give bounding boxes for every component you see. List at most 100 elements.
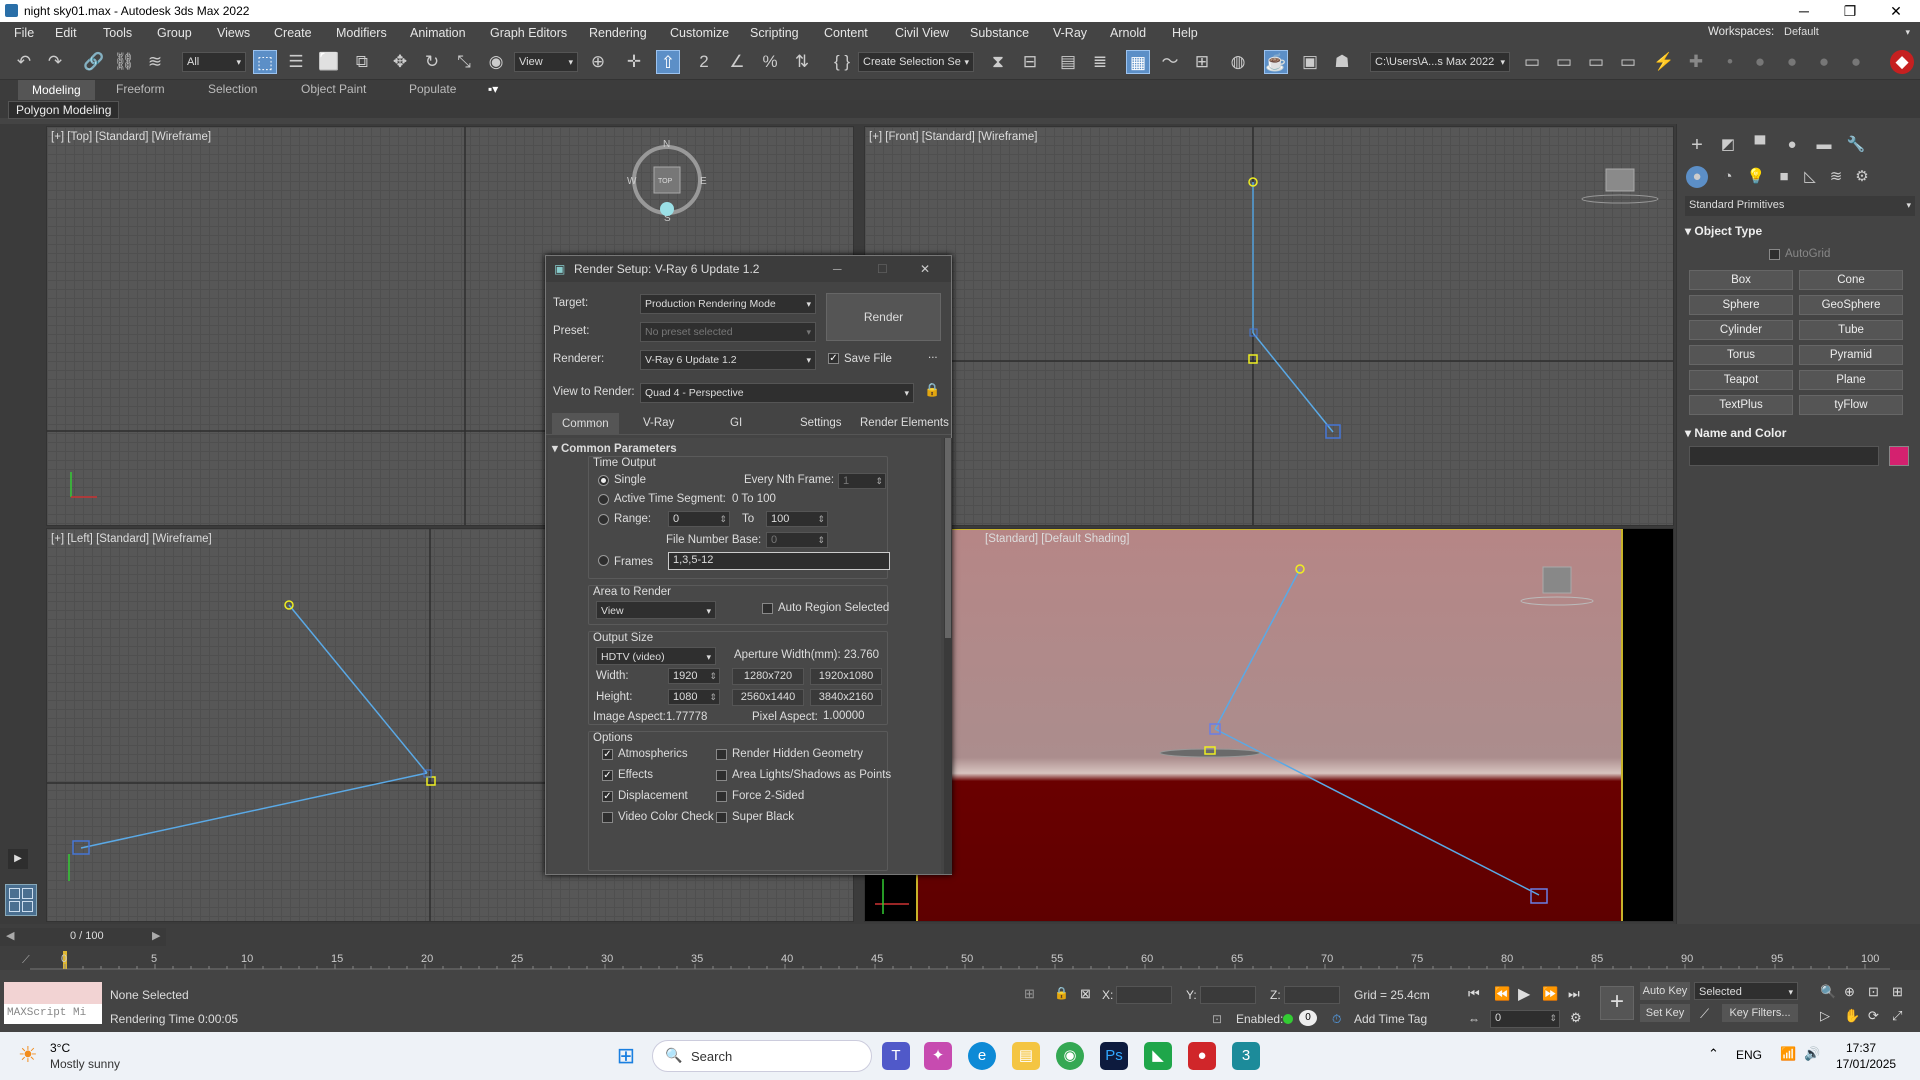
geosphere-button[interactable]: GeoSphere <box>1799 295 1903 315</box>
key-set-dropdown[interactable]: Selected <box>1694 982 1798 1000</box>
render-production-icon[interactable]: ☗ <box>1330 50 1354 74</box>
menu-group[interactable]: Group <box>157 26 192 40</box>
next-frame-icon[interactable]: ⏩ <box>1542 986 1558 1002</box>
tab-selection[interactable]: Selection <box>208 82 257 96</box>
maxscript-listener[interactable] <box>4 982 102 1004</box>
range-radio[interactable] <box>598 514 609 525</box>
menu-tools[interactable]: Tools <box>103 26 132 40</box>
curve-editor-mini-icon[interactable]: ⟋ <box>22 954 30 967</box>
video-color-check-checkbox[interactable] <box>602 812 613 823</box>
tab-freeform[interactable]: Freeform <box>116 82 165 96</box>
tyflow-button[interactable]: tyFlow <box>1799 395 1903 415</box>
pixel-aspect-value[interactable]: 1.00000 <box>823 710 865 722</box>
volume-icon[interactable]: 🔊 <box>1804 1046 1820 1062</box>
scene-explorer-icon[interactable]: ▤ <box>1056 50 1080 74</box>
viewport-layout-icon[interactable] <box>5 884 37 916</box>
time-slider-prev-icon[interactable]: ◀ <box>6 929 14 942</box>
chrome-icon[interactable]: ◉ <box>1056 1042 1084 1070</box>
field-of-view-icon[interactable]: ▷ <box>1820 1008 1830 1024</box>
absolute-mode-icon[interactable]: ⊠ <box>1080 986 1091 1002</box>
key-filters-button[interactable]: Key Filters... <box>1722 1004 1798 1022</box>
save-file-browse-button[interactable]: ... <box>928 349 938 361</box>
maxscript-input[interactable]: MAXScript Mi <box>4 1004 102 1024</box>
keyboard-shortcut-icon[interactable]: ⇧ <box>656 50 680 74</box>
menu-vray[interactable]: V-Ray <box>1053 26 1087 40</box>
menu-scripting[interactable]: Scripting <box>750 26 799 40</box>
curve-editor-icon[interactable]: 〜 <box>1158 50 1182 74</box>
bind-space-warp-icon[interactable]: ≋ <box>143 50 167 74</box>
systems-icon[interactable]: ⚙ <box>1851 166 1873 188</box>
schematic-view-icon[interactable]: ⊞ <box>1190 50 1214 74</box>
restore-icon[interactable]: ❐ <box>1827 1 1873 21</box>
render-hidden-checkbox[interactable] <box>716 749 727 760</box>
spinner-snap-icon[interactable]: ⇅ <box>790 50 814 74</box>
time-config-icon[interactable]: ⚙ <box>1570 1010 1582 1026</box>
vray-sphere3-icon[interactable]: ● <box>1812 50 1836 74</box>
ribbon-toggle-icon[interactable]: ▦ <box>1126 50 1150 74</box>
target-dropdown[interactable]: Production Rendering Mode <box>640 294 816 314</box>
select-by-name-icon[interactable]: ☰ <box>284 50 308 74</box>
preset-1920x1080-button[interactable]: 1920x1080 <box>810 668 882 685</box>
dialog-titlebar[interactable]: ▣ Render Setup: V-Ray 6 Update 1.2 ─ ☐ ✕ <box>546 256 951 282</box>
track-bar[interactable]: 0 5 10 15 20 25 30 35 40 45 50 55 60 65 70 75 80 85 90 95 10… <box>30 950 1890 970</box>
weather-icon[interactable]: ☀ <box>18 1042 38 1068</box>
align-icon[interactable]: ⊟ <box>1018 50 1042 74</box>
viewport-persp-label[interactable]: [Standard] [Default Shading] <box>985 533 1130 545</box>
edge-icon[interactable]: e <box>968 1042 996 1070</box>
project-folder-dropdown[interactable]: C:\Users\A...s Max 2022 <box>1370 52 1510 72</box>
pivot-icon[interactable]: ⊕ <box>586 50 610 74</box>
render-setup-icon[interactable]: ☕ <box>1264 50 1288 74</box>
dialog-maximize-icon[interactable]: ☐ <box>877 256 888 282</box>
link-icon[interactable]: 🔗 <box>82 50 106 74</box>
renderer-dropdown[interactable]: V-Ray 6 Update 1.2 <box>640 350 816 370</box>
render-button[interactable]: Render <box>826 293 941 341</box>
percent-snap-icon[interactable]: % <box>758 50 782 74</box>
reference-coord-dropdown[interactable]: View <box>514 52 578 72</box>
name-color-rollout[interactable]: ▾ Name and Color <box>1685 426 1913 440</box>
vray-ipr-icon[interactable]: ▭ <box>1584 50 1608 74</box>
active-segment-radio[interactable] <box>598 494 609 505</box>
pyramid-button[interactable]: Pyramid <box>1799 345 1903 365</box>
menu-arnold[interactable]: Arnold <box>1110 26 1146 40</box>
sphere-button[interactable]: Sphere <box>1689 295 1793 315</box>
object-name-input[interactable] <box>1689 446 1879 466</box>
layer-explorer-icon[interactable]: ≣ <box>1088 50 1112 74</box>
display-tab-icon[interactable]: ▬ <box>1813 134 1835 156</box>
vray-lights-icon[interactable]: ⚡ <box>1652 50 1676 74</box>
selection-filter-icon[interactable]: ⊡ <box>1212 1012 1222 1026</box>
force-2-sided-checkbox[interactable] <box>716 791 727 802</box>
select-manipulate-icon[interactable]: ✛ <box>622 50 646 74</box>
move-icon[interactable]: ✥ <box>388 50 412 74</box>
zoom-extents-all-icon[interactable]: ⊞ <box>1892 984 1903 1000</box>
x-coord-input[interactable] <box>1116 986 1172 1004</box>
menu-graph-editors[interactable]: Graph Editors <box>490 26 567 40</box>
helpers-icon[interactable]: ◺ <box>1799 166 1821 188</box>
enabled-indicator-icon[interactable] <box>1283 1014 1293 1024</box>
common-parameters-rollout[interactable]: ▾ Common Parameters <box>552 441 677 455</box>
menu-help[interactable]: Help <box>1172 26 1198 40</box>
menu-file[interactable]: File <box>14 26 34 40</box>
set-key-big-icon[interactable]: + <box>1600 986 1634 1020</box>
super-black-checkbox[interactable] <box>716 812 727 823</box>
preset-2560x1440-button[interactable]: 2560x1440 <box>732 689 804 706</box>
height-input[interactable]: 1080 <box>668 689 720 705</box>
lock-selection-icon[interactable]: 🔒 <box>1054 986 1069 1000</box>
tab-gi[interactable]: GI <box>730 417 742 429</box>
box-button[interactable]: Box <box>1689 270 1793 290</box>
set-key-button[interactable]: Set Key <box>1640 1004 1690 1022</box>
clock-time[interactable]: 17:37 <box>1846 1041 1876 1055</box>
vray-sphere2-icon[interactable]: ● <box>1780 50 1804 74</box>
expand-icon[interactable]: ▶ <box>8 849 28 869</box>
pan-icon[interactable]: ✋ <box>1844 1008 1860 1024</box>
menu-animation[interactable]: Animation <box>410 26 466 40</box>
auto-region-checkbox[interactable] <box>762 603 773 614</box>
window-crossing-icon[interactable]: ⧉ <box>350 50 374 74</box>
menu-civil-view[interactable]: Civil View <box>895 26 949 40</box>
preset-3840x2160-button[interactable]: 3840x2160 <box>810 689 882 706</box>
preset-1280x720-button[interactable]: 1280x720 <box>732 668 804 685</box>
viewport-perspective[interactable]: [Standard] [Default Shading] <box>864 528 1674 922</box>
create-tab-icon[interactable]: + <box>1686 134 1708 156</box>
scale-icon[interactable]: ⤡ <box>452 50 476 74</box>
menu-rendering[interactable]: Rendering <box>589 26 647 40</box>
menu-customize[interactable]: Customize <box>670 26 729 40</box>
